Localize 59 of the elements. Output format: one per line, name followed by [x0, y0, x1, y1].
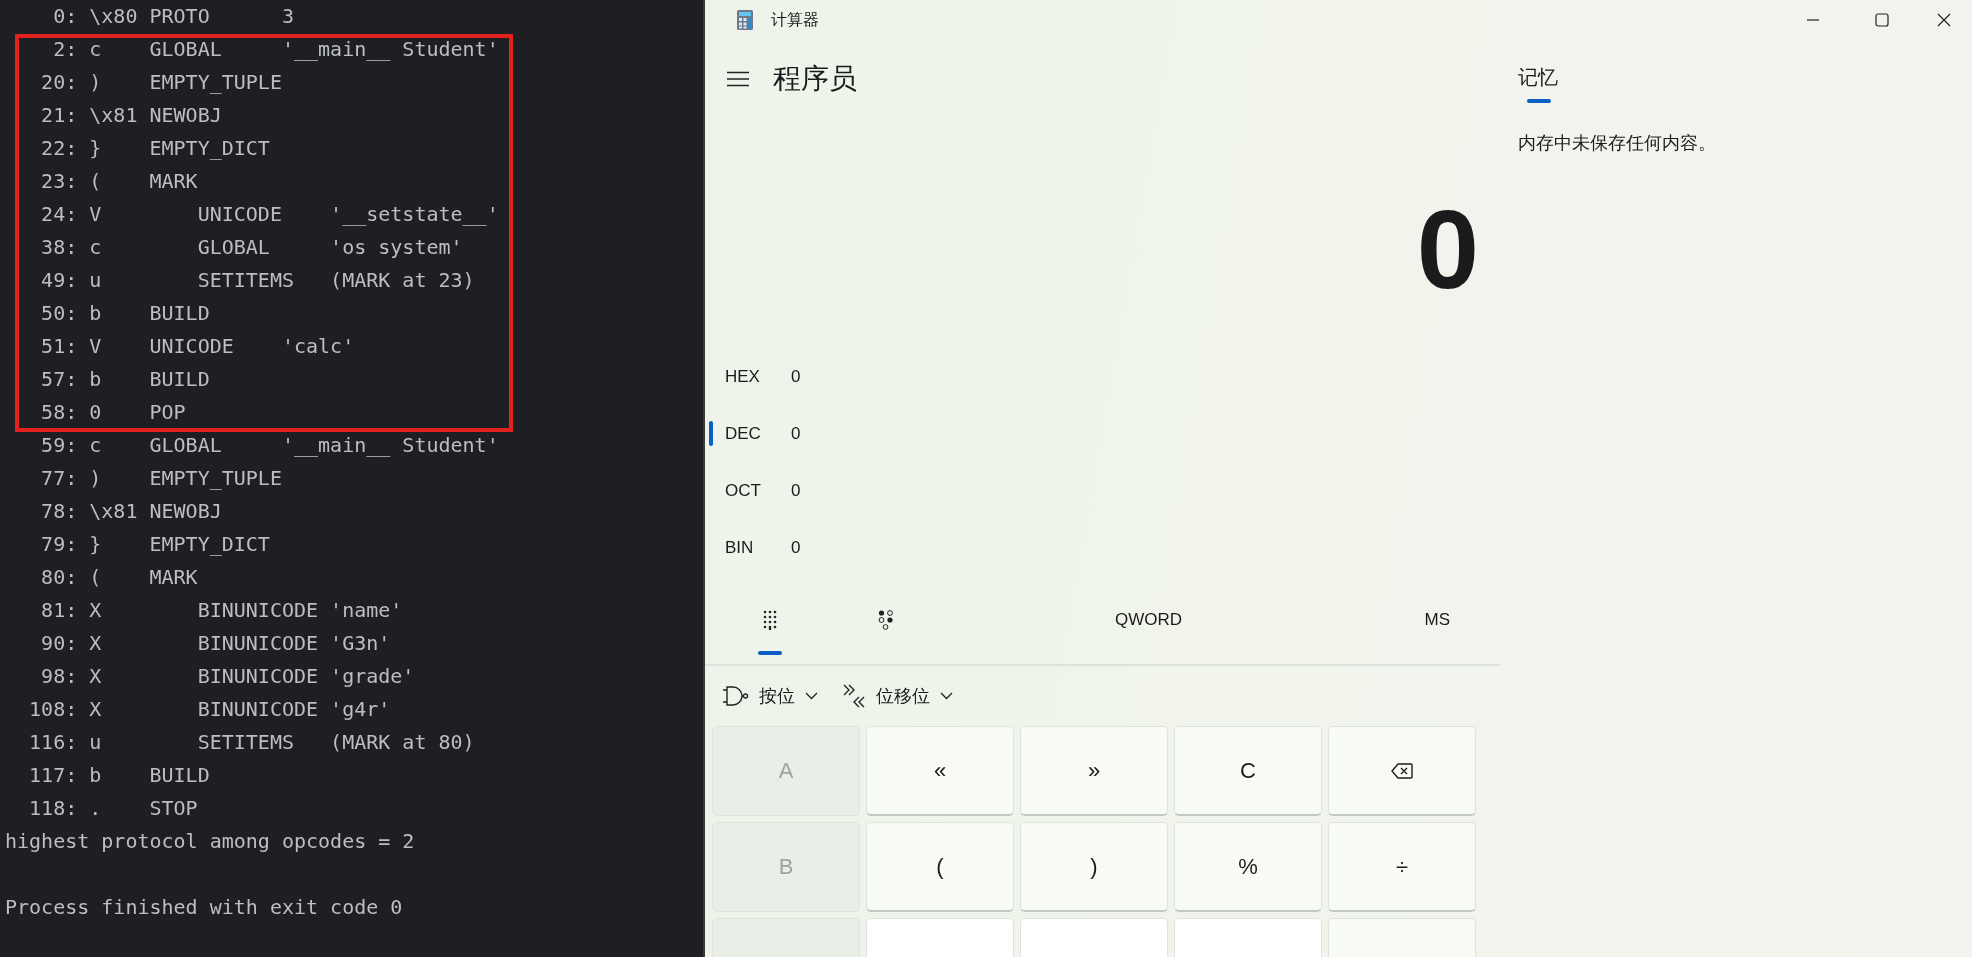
radix-row[interactable]: HEX 0: [705, 348, 1500, 405]
logic-gate-icon: [723, 686, 749, 706]
terminal-line: 50: b BUILD: [40, 300, 210, 327]
mode-title: 程序员: [773, 62, 857, 96]
terminal-line: 49: u SETITEMS (MARK at 23): [40, 267, 475, 294]
radix-row[interactable]: DEC 0: [705, 405, 1500, 462]
double-chevron-icon: [842, 684, 866, 708]
key-button[interactable]: ): [1020, 822, 1168, 912]
terminal-line: 59: c GLOBAL '__main__ Student': [40, 432, 499, 459]
terminal-line: Process finished with exit code 0: [4, 894, 403, 921]
close-icon: [1937, 13, 1951, 27]
calculator-icon: [737, 10, 753, 30]
dots-icon: [878, 610, 894, 630]
terminal-line: 117: b BUILD: [28, 762, 210, 789]
memory-tab[interactable]: 记忆: [1518, 64, 1558, 105]
terminal-line: 57: b BUILD: [40, 366, 210, 393]
terminal-line: 77: ) EMPTY_TUPLE: [40, 465, 282, 492]
terminal-line: 78: \x81 NEWOBJ: [40, 498, 222, 525]
key-button[interactable]: »: [1020, 726, 1168, 816]
terminal-line: 58: 0 POP: [40, 399, 186, 426]
key-button[interactable]: %: [1174, 822, 1322, 912]
memory-store-button[interactable]: MS: [1416, 600, 1458, 640]
terminal-line: 98: X BINUNICODE 'grade': [40, 663, 415, 690]
terminal-line: 51: V UNICODE 'calc': [40, 333, 355, 360]
terminal-line: 79: } EMPTY_DICT: [40, 531, 270, 558]
terminal-line: 2: c GLOBAL '__main__ Student': [52, 36, 499, 63]
bitwise-dropdown[interactable]: 按位: [721, 680, 820, 712]
terminal-line: 116: u SETITEMS (MARK at 80): [28, 729, 475, 756]
terminal-line: highest protocol among opcodes = 2: [4, 828, 415, 855]
key-button[interactable]: ÷: [1328, 822, 1476, 912]
terminal-line: 0: \x80 PROTO 3: [52, 3, 294, 30]
terminal-line: 90: X BINUNICODE 'G3n': [40, 630, 391, 657]
chevron-down-icon: [940, 692, 953, 700]
key-button[interactable]: (: [866, 822, 1014, 912]
chevron-down-icon: [805, 692, 818, 700]
terminal-line: 81: X BINUNICODE 'name': [40, 597, 403, 624]
bit-shift-dropdown[interactable]: 位移位: [840, 680, 955, 712]
radix-row[interactable]: BIN 0: [705, 519, 1500, 576]
terminal-line: 108: X BINUNICODE 'g4r': [28, 696, 391, 723]
window-title: 计算器: [771, 9, 819, 30]
menu-icon: [727, 71, 749, 87]
backspace-icon: [1391, 762, 1413, 779]
terminal-line: 20: ) EMPTY_TUPLE: [40, 69, 282, 96]
radix-row[interactable]: OCT 0: [705, 462, 1500, 519]
terminal-line: 24: V UNICODE '__setstate__': [40, 201, 499, 228]
key-button[interactable]: «: [866, 726, 1014, 816]
dot-grid-icon: [763, 610, 777, 630]
key-button[interactable]: C: [1174, 726, 1322, 816]
terminal-line: 118: . STOP: [28, 795, 198, 822]
terminal-line: 22: } EMPTY_DICT: [40, 135, 270, 162]
maximize-icon: [1874, 13, 1889, 27]
memory-empty-text: 内存中未保存任何内容。: [1518, 132, 1716, 155]
result-display: 0: [1416, 194, 1479, 306]
terminal-line: 38: c GLOBAL 'os system': [40, 234, 463, 261]
terminal-line: 80: ( MARK: [40, 564, 198, 591]
word-size-button[interactable]: QWORD: [1107, 600, 1191, 640]
terminal-line: 23: ( MARK: [40, 168, 198, 195]
terminal-line: 21: \x81 NEWOBJ: [40, 102, 222, 129]
backspace-button[interactable]: [1328, 726, 1476, 816]
